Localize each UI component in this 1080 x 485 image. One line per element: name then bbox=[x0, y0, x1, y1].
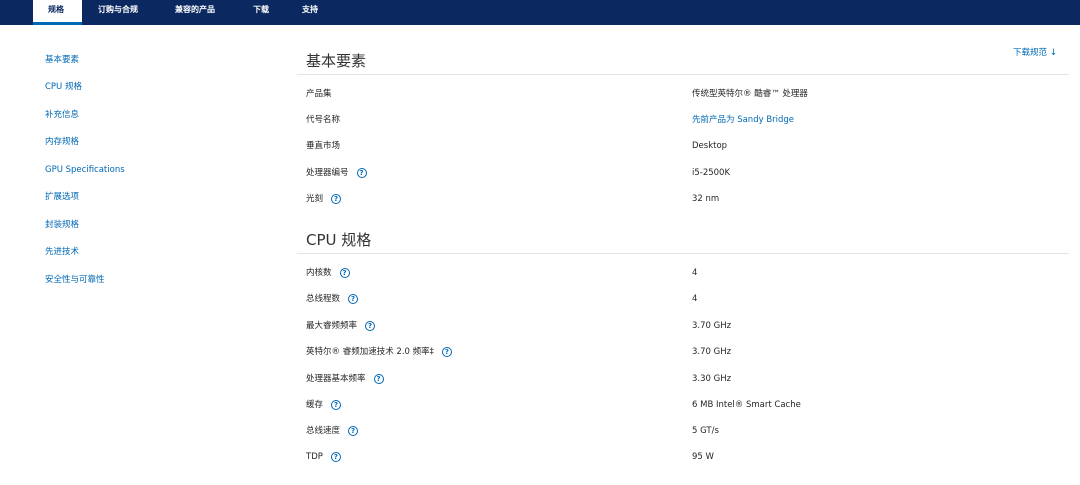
help-icon[interactable]: ? bbox=[373, 374, 384, 384]
spec-value: Desktop bbox=[692, 141, 728, 151]
sidebar-item-security-reliability[interactable]: 安全性与可靠性 bbox=[45, 274, 105, 286]
spec-label: 代号名称 bbox=[306, 115, 341, 125]
arrow-down-icon: ↓ bbox=[1049, 48, 1058, 58]
spec-value: i5-2500K bbox=[692, 168, 731, 178]
spec-label: 最大睿频频率? bbox=[306, 320, 376, 332]
spec-label: 光刻? bbox=[306, 193, 342, 205]
spec-label: 总线速度? bbox=[306, 425, 359, 437]
section-divider bbox=[297, 253, 1069, 254]
sidebar-item-package-specs[interactable]: 封装规格 bbox=[45, 219, 79, 231]
help-icon[interactable]: ? bbox=[441, 347, 452, 357]
download-specs-label: 下载规范 bbox=[1013, 48, 1048, 58]
help-icon[interactable]: ? bbox=[331, 194, 342, 204]
spec-value: 3.30 GHz bbox=[692, 374, 732, 384]
sidebar-item-gpu-specs[interactable]: GPU Specifications bbox=[45, 164, 125, 176]
spec-label: 处理器基本频率? bbox=[306, 373, 384, 385]
tab-downloads[interactable]: 下载 bbox=[253, 0, 269, 25]
section-divider bbox=[297, 74, 1069, 75]
tab-ordering-compliance[interactable]: 订购与合规 bbox=[98, 0, 138, 25]
help-icon[interactable]: ? bbox=[356, 168, 367, 178]
spec-value: 3.70 GHz bbox=[692, 321, 732, 331]
help-icon[interactable]: ? bbox=[365, 321, 376, 331]
spec-label: 总线程数? bbox=[306, 293, 359, 305]
sidebar-item-advanced-technologies[interactable]: 先进技术 bbox=[45, 246, 79, 258]
spec-label: 产品集 bbox=[306, 89, 332, 99]
spec-label: 英特尔® 睿频加速技术 2.0 频率‡? bbox=[306, 346, 452, 358]
spec-value: 传统型英特尔® 酷睿™ 处理器 bbox=[692, 89, 808, 99]
spec-value: 95 W bbox=[692, 452, 714, 462]
spec-value: 6 MB Intel® Smart Cache bbox=[692, 400, 801, 410]
spec-value: 5 GT/s bbox=[692, 426, 719, 436]
sidebar-item-essentials[interactable]: 基本要素 bbox=[45, 54, 79, 66]
tab-support[interactable]: 支持 bbox=[302, 0, 318, 25]
spec-label: 处理器编号? bbox=[306, 167, 367, 179]
spec-value: 3.70 GHz bbox=[692, 347, 732, 357]
spec-value: 4 bbox=[692, 268, 698, 278]
sidebar-item-supplemental-info[interactable]: 补充信息 bbox=[45, 109, 79, 121]
section-title-cpu-specs: CPU 规格 bbox=[306, 231, 372, 249]
help-icon[interactable]: ? bbox=[339, 268, 350, 278]
spec-label: 垂直市场 bbox=[306, 141, 341, 151]
top-navigation-bar: 规格 订购与合规 兼容的产品 下载 支持 bbox=[0, 0, 1080, 25]
spec-value: 32 nm bbox=[692, 194, 720, 204]
help-icon[interactable]: ? bbox=[348, 294, 359, 304]
tab-specifications[interactable]: 规格 bbox=[33, 0, 82, 25]
sidebar-item-memory-specs[interactable]: 内存规格 bbox=[45, 136, 79, 148]
sidebar-item-cpu-specs[interactable]: CPU 规格 bbox=[45, 81, 82, 93]
tab-compatible-products[interactable]: 兼容的产品 bbox=[175, 0, 215, 25]
download-specs-link[interactable]: 下载规范 ↓ bbox=[1013, 47, 1057, 59]
spec-label: TDP? bbox=[306, 451, 341, 463]
help-icon[interactable]: ? bbox=[330, 452, 341, 462]
help-icon[interactable]: ? bbox=[348, 426, 359, 436]
help-icon[interactable]: ? bbox=[331, 400, 342, 410]
sidebar-item-expansion-options[interactable]: 扩展选项 bbox=[45, 191, 79, 203]
section-title-essentials: 基本要素 bbox=[306, 52, 367, 70]
spec-label: 缓存? bbox=[306, 399, 342, 411]
code-name-link[interactable]: 先前产品为 Sandy Bridge bbox=[692, 114, 794, 126]
spec-value: 4 bbox=[692, 294, 698, 304]
spec-label: 内核数? bbox=[306, 267, 350, 279]
